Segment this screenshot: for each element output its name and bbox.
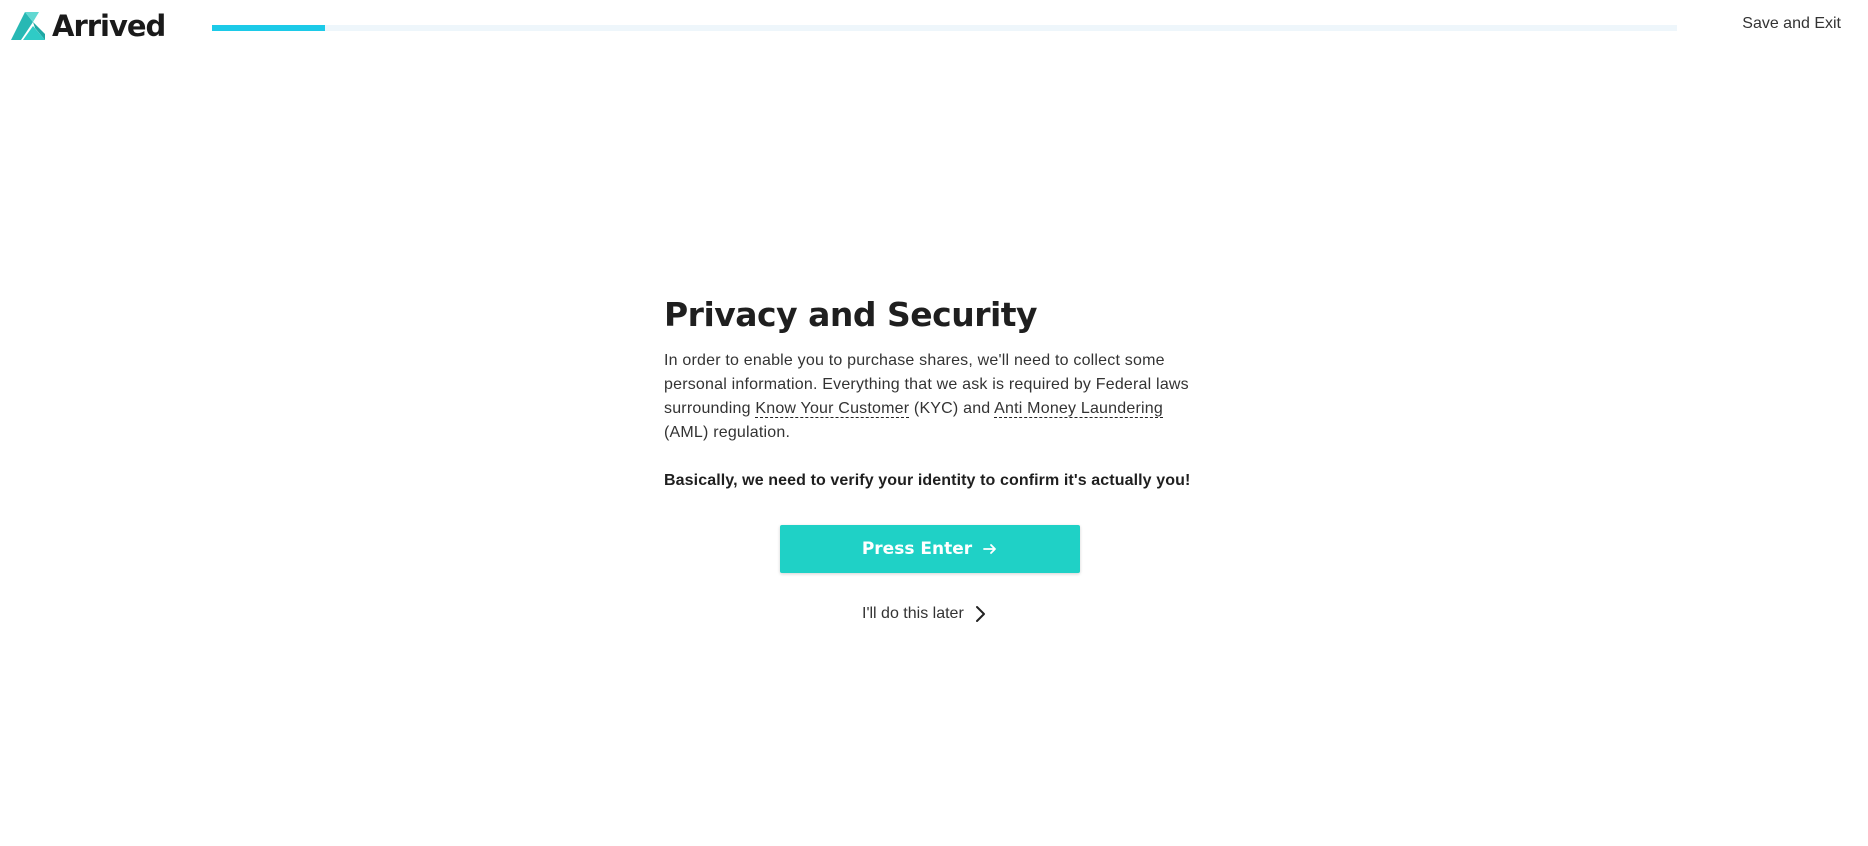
do-this-later-label: I'll do this later (862, 605, 964, 622)
progress-bar (212, 25, 1677, 31)
page-title: Privacy and Security (664, 295, 1038, 334)
chevron-right-icon (974, 605, 986, 623)
press-enter-button[interactable]: Press Enter (780, 525, 1080, 573)
press-enter-label: Press Enter (861, 539, 973, 559)
intro-text-3: (AML) regulation. (664, 424, 791, 441)
main-content: Privacy and Security In order to enable … (664, 293, 1204, 493)
page: Arrived Save and Exit Privacy and Securi… (0, 0, 1868, 846)
arrived-logo-icon (9, 10, 47, 42)
arrow-right-icon (982, 541, 998, 557)
logo[interactable]: Arrived (9, 8, 166, 44)
intro-paragraph: In order to enable you to purchase share… (664, 349, 1204, 445)
logo-text: Arrived (52, 9, 166, 43)
save-and-exit-button[interactable]: Save and Exit (1742, 15, 1841, 33)
verify-identity-text: Basically, we need to verify your identi… (664, 472, 1191, 489)
kyc-term-link[interactable]: Know Your Customer (755, 400, 910, 418)
aml-term-link[interactable]: Anti Money Laundering (994, 400, 1163, 418)
do-this-later-link[interactable]: I'll do this later (862, 605, 986, 623)
progress-fill (212, 25, 325, 31)
intro-text-2: (KYC) and (909, 400, 995, 417)
